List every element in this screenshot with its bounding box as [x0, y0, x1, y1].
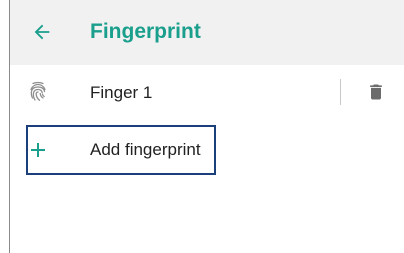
fingerprint-list: Finger 1 Add fingerprint [10, 65, 404, 253]
app-bar: Fingerprint [10, 0, 404, 65]
trash-icon [370, 84, 382, 100]
add-fingerprint-label: Add fingerprint [90, 140, 201, 159]
delete-fingerprint-button[interactable] [364, 80, 388, 104]
add-fingerprint-button[interactable]: Add fingerprint [26, 125, 216, 175]
page-title: Fingerprint [90, 20, 201, 43]
plus-icon [31, 143, 45, 157]
divider [340, 79, 341, 105]
window-edge [0, 0, 10, 253]
arrow-left-icon [34, 24, 50, 40]
fingerprint-label: Finger 1 [90, 83, 153, 102]
fingerprint-item[interactable]: Finger 1 [10, 65, 404, 121]
fingerprint-icon [30, 81, 46, 101]
back-button[interactable] [28, 18, 56, 46]
